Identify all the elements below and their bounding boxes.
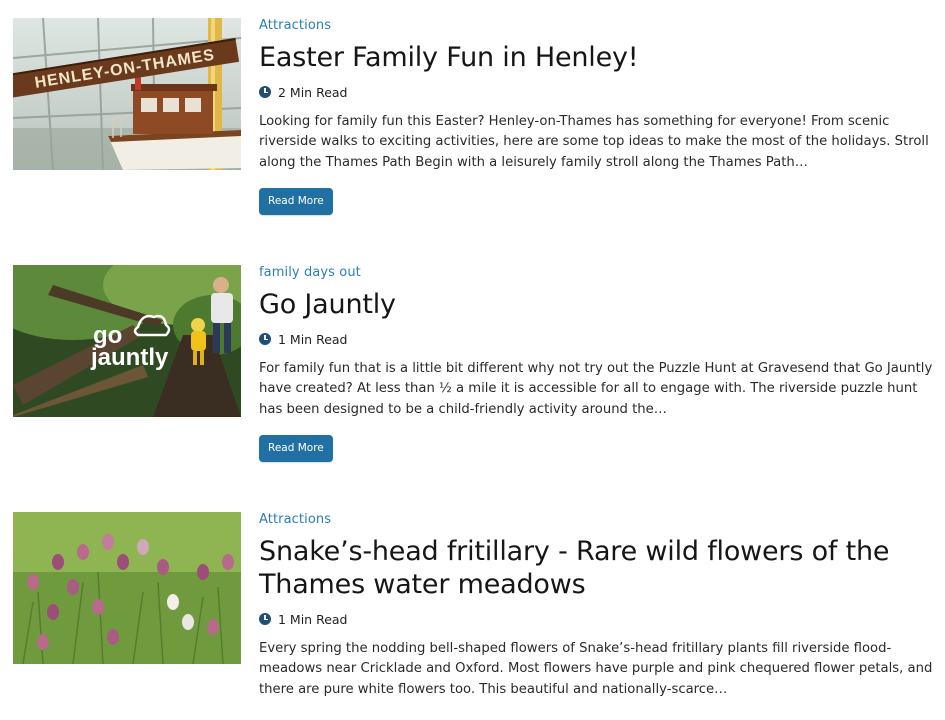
read-time-label: 1 Min Read bbox=[278, 331, 348, 347]
read-time: 2 Min Read bbox=[259, 84, 939, 100]
clock-icon bbox=[259, 333, 271, 345]
article-category-link[interactable]: family days out bbox=[259, 265, 939, 281]
article-title[interactable]: Go Jauntly bbox=[259, 288, 939, 321]
article-excerpt: For family fun that is a little bit diff… bbox=[259, 361, 933, 417]
article-image-gojauntly[interactable]: go jauntly bbox=[13, 265, 241, 417]
read-time: 1 Min Read bbox=[259, 331, 939, 347]
article-excerpt: Looking for family fun this Easter? Henl… bbox=[259, 114, 929, 170]
article-content: family days out Go Jauntly 1 Min Read Fo… bbox=[259, 265, 939, 462]
article-excerpt: Every spring the nodding bell-shaped flo… bbox=[259, 641, 933, 697]
article-image-fritillary[interactable] bbox=[13, 512, 241, 664]
fritillary-meadow-image bbox=[13, 512, 241, 664]
read-more-button[interactable]: Read More bbox=[259, 187, 333, 215]
article-content: Attractions Snake’s-head fritillary - Ra… bbox=[259, 512, 939, 700]
logo-text-jauntly: jauntly bbox=[90, 344, 169, 371]
article-content: Attractions Easter Family Fun in Henley!… bbox=[259, 18, 939, 215]
clock-icon bbox=[259, 613, 271, 625]
read-more-button[interactable]: Read More bbox=[259, 434, 333, 462]
clock-icon bbox=[259, 86, 271, 98]
article-category-link[interactable]: Attractions bbox=[259, 512, 939, 528]
article-title[interactable]: Easter Family Fun in Henley! bbox=[259, 41, 939, 74]
read-time-label: 1 Min Read bbox=[278, 611, 348, 627]
article-title[interactable]: Snake’s-head fritillary - Rare wild flow… bbox=[259, 535, 939, 601]
article-category-link[interactable]: Attractions bbox=[259, 18, 939, 34]
article-image-henley[interactable]: HENLEY-ON-THAMES bbox=[13, 18, 241, 170]
read-time-label: 2 Min Read bbox=[278, 84, 348, 100]
read-time: 1 Min Read bbox=[259, 611, 939, 627]
henley-boat-image: HENLEY-ON-THAMES bbox=[13, 18, 241, 170]
go-jauntly-forest-image: go jauntly bbox=[13, 265, 241, 417]
